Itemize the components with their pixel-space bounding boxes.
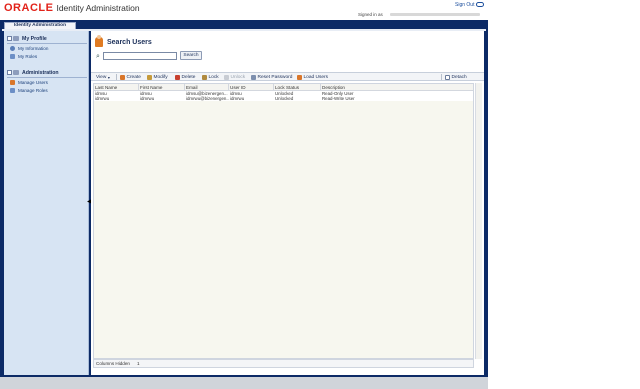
window-bottom-strip xyxy=(0,377,488,389)
sidebar-section-title: My Profile xyxy=(22,35,47,42)
sidebar: My Profile My Information My Roles Admin… xyxy=(4,31,89,375)
roles-icon xyxy=(10,53,15,59)
table-status-bar: Columns Hidden 1 xyxy=(93,359,474,368)
unlock-button[interactable]: Unlock xyxy=(224,74,245,80)
lock-button[interactable]: Lock xyxy=(202,74,219,80)
sidebar-item-manage-roles[interactable]: Manage Roles xyxy=(10,87,48,93)
column-header[interactable]: Last Name xyxy=(94,84,139,91)
toolbar-divider xyxy=(441,74,442,80)
table-row[interactable]: idmrwu idmrwu idmrwu@bizenergen... idmrw… xyxy=(94,96,473,101)
column-header[interactable]: Lock Status xyxy=(274,84,321,91)
sidebar-item-my-roles[interactable]: My Roles xyxy=(10,53,37,59)
user-search-icon xyxy=(95,35,103,47)
users-table: Last Name First Name Email User ID Lock … xyxy=(93,83,474,359)
search-input[interactable] xyxy=(103,52,177,60)
create-button[interactable]: Create xyxy=(120,74,141,80)
create-label: Create xyxy=(126,74,141,80)
column-header[interactable]: Email xyxy=(185,84,229,91)
app-header: ORACLE Identity Administration Sign Out … xyxy=(0,0,488,20)
reset-password-button[interactable]: Reset Password xyxy=(251,74,292,80)
delete-button[interactable]: Delete xyxy=(175,74,195,80)
column-header[interactable]: First Name xyxy=(139,84,185,91)
modify-button[interactable]: Modify xyxy=(147,74,168,80)
table-toolbar: View ▾ Create Modify Delete Lock Unlock … xyxy=(91,72,484,81)
main-panel: Search Users ⌕ Search View ▾ Create Modi… xyxy=(91,31,484,375)
signed-in-label: Signed in as xyxy=(358,12,383,17)
sidebar-item-label: Manage Roles xyxy=(18,87,48,93)
user-info-icon xyxy=(10,45,15,51)
table-cell: idmrwu xyxy=(140,96,155,101)
table-cell: idmrwu xyxy=(230,96,245,101)
lock-label: Lock xyxy=(208,74,219,80)
table-cell: idmrwu xyxy=(95,96,110,101)
brand: ORACLE Identity Administration xyxy=(4,2,140,14)
chevron-down-icon: ▾ xyxy=(107,74,110,80)
sidebar-section-my-profile[interactable]: My Profile xyxy=(7,35,47,42)
load-users-icon xyxy=(297,74,302,80)
detach-icon xyxy=(445,74,450,80)
table-scrollbar[interactable] xyxy=(475,83,482,359)
sign-out-icon[interactable] xyxy=(476,2,484,7)
section-divider xyxy=(7,77,87,78)
sign-out-link[interactable]: Sign Out xyxy=(455,2,474,8)
app-title: Identity Administration xyxy=(56,3,140,13)
delete-label: Delete xyxy=(181,74,196,80)
oracle-logo: ORACLE xyxy=(4,2,54,14)
sidebar-item-my-information[interactable]: My Information xyxy=(10,45,48,51)
collapse-toggle-icon[interactable] xyxy=(7,70,12,75)
collapse-toggle-icon[interactable] xyxy=(7,36,12,41)
table-cell: idmrwu@bizenergen... xyxy=(186,96,229,101)
sidebar-section-title: Administration xyxy=(22,69,59,76)
sidebar-item-manage-users[interactable]: Manage Users xyxy=(10,79,48,85)
modify-label: Modify xyxy=(153,74,168,80)
delete-icon xyxy=(175,74,180,80)
view-menu[interactable]: View ▾ xyxy=(96,74,110,80)
search-icon: ⌕ xyxy=(96,53,100,60)
unlock-label: Unlock xyxy=(230,74,246,80)
sidebar-section-administration[interactable]: Administration xyxy=(7,69,59,76)
tab-identity-administration[interactable]: Identity Administration xyxy=(4,22,76,29)
sidebar-item-label: Manage Users xyxy=(18,79,48,85)
columns-hidden-count: 1 xyxy=(137,361,140,366)
table-cell: Read-Write User xyxy=(322,96,355,101)
columns-hidden-label: Columns Hidden xyxy=(96,361,130,366)
lock-icon xyxy=(202,74,207,80)
unlock-icon xyxy=(224,74,229,80)
page-title: Search Users xyxy=(107,38,152,46)
key-icon xyxy=(251,74,256,80)
roles-icon xyxy=(10,87,15,93)
search-button[interactable]: Search xyxy=(180,51,202,60)
create-user-icon xyxy=(120,74,125,80)
admin-icon xyxy=(13,70,19,75)
table-cell: Unlocked xyxy=(275,96,294,101)
column-header[interactable]: User ID xyxy=(229,84,274,91)
detach-button[interactable]: Detach xyxy=(445,74,467,80)
profile-icon xyxy=(13,36,19,41)
load-users-button[interactable]: Load Users xyxy=(297,74,328,80)
pencil-icon xyxy=(147,74,152,80)
users-icon xyxy=(10,79,15,85)
load-users-label: Load Users xyxy=(303,74,329,80)
signed-in-user-redacted xyxy=(390,13,480,16)
reset-password-label: Reset Password xyxy=(257,74,293,80)
page-header: Search Users xyxy=(95,35,152,47)
column-header[interactable]: Description xyxy=(321,84,473,91)
view-label: View xyxy=(96,74,107,80)
sidebar-item-label: My Roles xyxy=(18,53,38,59)
toolbar-divider xyxy=(116,74,117,80)
sidebar-item-label: My Information xyxy=(18,45,49,51)
section-divider xyxy=(7,43,87,44)
detach-label: Detach xyxy=(451,74,467,80)
